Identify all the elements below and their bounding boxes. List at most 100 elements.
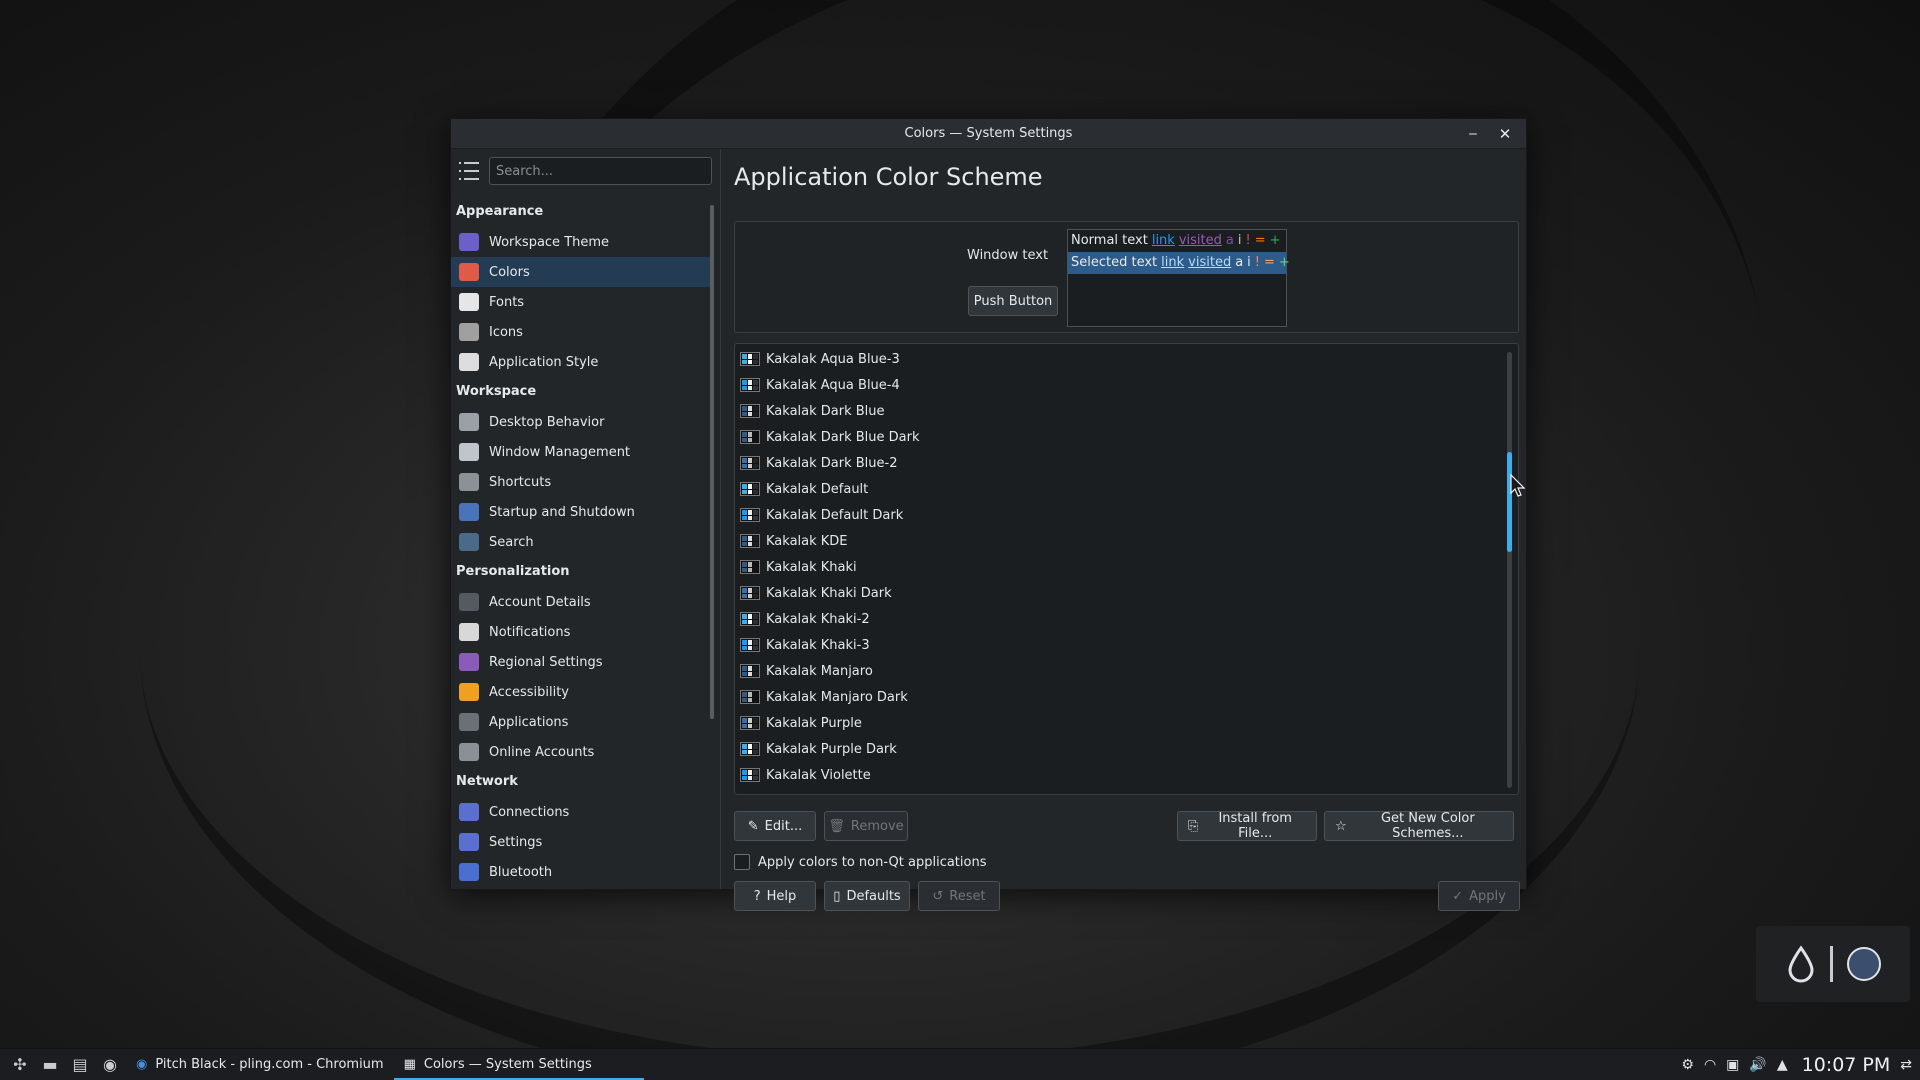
color-swatch-icon [740,612,760,626]
remove-button[interactable]: 🗑 Remove [824,811,908,841]
system-settings-icon: ▦ [403,1057,416,1072]
search-input[interactable] [489,157,712,185]
system-tray: ⚙ ◠ ▣ 🔊 ▲ 10:07 PM ⇄ [1681,1049,1912,1080]
color-swatch-icon [740,560,760,574]
sidebar-list: Appearance Workspace Theme Colors Fonts Icon… [451,197,710,887]
task-system-settings[interactable]: ▦ Colors — System Settings [393,1049,644,1080]
sidebar-item-connections[interactable]: Connections [451,797,710,827]
file-manager-icon[interactable]: ▤ [70,1055,90,1075]
color-swatch-icon [740,586,760,600]
sidebar-item-search[interactable]: Search [451,527,710,557]
list-item[interactable]: Kakalak Dark Blue-2 [735,450,1518,476]
list-item[interactable]: Kakalak Khaki-2 [735,606,1518,632]
apply-button[interactable]: ✓ Apply [1438,881,1520,911]
panel-options-icon[interactable]: ⇄ [1900,1057,1912,1073]
terminal-icon[interactable]: ▬ [40,1055,60,1075]
sidebar-item-application-style[interactable]: Application Style [451,347,710,377]
help-button[interactable]: ? Help [734,881,816,911]
color-swatch-icon [740,482,760,496]
applications-icon [459,713,479,731]
edit-button[interactable]: ✎ Edit... [734,811,816,841]
list-item[interactable]: Kakalak KDE [735,528,1518,554]
install-from-file-button[interactable]: ⎘ Install from File... [1177,811,1317,841]
workspace-theme-icon [459,233,479,251]
sidebar-item-colors[interactable]: Colors [451,257,710,287]
list-item[interactable]: Kakalak Aqua Blue-4 [735,372,1518,398]
sidebar-item-shortcuts[interactable]: Shortcuts [451,467,710,497]
defaults-button[interactable]: ▯ Defaults [824,881,910,911]
list-item[interactable]: Kakalak Dark Blue [735,398,1518,424]
list-item[interactable]: Kakalak Default Dark [735,502,1518,528]
sidebar-item-window-management[interactable]: Window Management [451,437,710,467]
list-item[interactable]: Kakalak Default [735,476,1518,502]
sidebar-scrollbar[interactable] [710,205,714,719]
sidebar-item-regional-settings[interactable]: Regional Settings [451,647,710,677]
reset-label: Reset [949,888,986,904]
scheme-label: Kakalak Khaki-3 [766,637,870,653]
char-sample: = [1264,255,1275,270]
task-label: Pitch Black - pling.com - Chromium [155,1057,384,1072]
list-item[interactable]: Kakalak Manjaro [735,658,1518,684]
list-item[interactable]: Kakalak Dark Blue Dark [735,424,1518,450]
task-chromium[interactable]: ◉ Pitch Black - pling.com - Chromium [126,1049,394,1080]
menu-icon[interactable] [459,162,479,180]
scheme-list-scrollbar[interactable] [1507,352,1512,788]
sidebar-item-label: Application Style [489,354,599,370]
application-launcher-icon[interactable]: ✣ [10,1055,30,1075]
char-sample: a [1225,233,1234,248]
settings-icon[interactable]: ⚙ [1681,1057,1694,1073]
list-item[interactable]: Kakalak Purple [735,710,1518,736]
sidebar-item-accessibility[interactable]: Accessibility [451,677,710,707]
sidebar-item-label: Notifications [489,624,571,640]
get-new-schemes-button[interactable]: ☆ Get New Color Schemes... [1324,811,1514,841]
list-item[interactable]: Kakalak Khaki Dark [735,580,1518,606]
list-item[interactable]: Kakalak Khaki [735,554,1518,580]
list-item[interactable]: Kakalak Violette [735,762,1518,788]
get-new-label: Get New Color Schemes... [1380,811,1475,841]
scheme-label: Kakalak Dark Blue [766,403,885,419]
sidebar-item-settings[interactable]: Settings [451,827,710,857]
sidebar-item-label: Account Details [489,594,591,610]
scrollbar-thumb[interactable] [1507,452,1512,552]
sidebar-item-workspace-theme[interactable]: Workspace Theme [451,227,710,257]
apply-non-qt-label[interactable]: Apply colors to non-Qt applications [758,855,986,870]
icons-icon [459,323,479,341]
sidebar-item-account-details[interactable]: Account Details [451,587,710,617]
list-item[interactable]: Kakalak Aqua Blue-3 [735,346,1518,372]
sidebar-item-bluetooth[interactable]: Bluetooth [451,857,710,887]
wifi-icon[interactable]: ◠ [1704,1057,1716,1073]
char-sample: i [1247,255,1251,270]
push-button-preview[interactable]: Push Button [968,286,1058,316]
sidebar-item-fonts[interactable]: Fonts [451,287,710,317]
sidebar-item-label: Desktop Behavior [489,414,605,430]
sidebar-item-desktop-behavior[interactable]: Desktop Behavior [451,407,710,437]
desktop-widget[interactable] [1756,926,1910,1002]
scheme-label: Kakalak Khaki [766,559,857,575]
clipboard-icon[interactable]: ▣ [1726,1057,1739,1073]
checkmark-icon: ✓ [1452,888,1464,904]
fonts-icon [459,293,479,311]
clock[interactable]: 10:07 PM [1802,1054,1891,1076]
list-item[interactable]: Kakalak Khaki-3 [735,632,1518,658]
sidebar-item-applications[interactable]: Applications [451,707,710,737]
apply-non-qt-checkbox[interactable] [734,854,750,870]
volume-icon[interactable]: 🔊 [1749,1057,1766,1073]
sidebar-item-startup-and-shutdown[interactable]: Startup and Shutdown [451,497,710,527]
sidebar-item-label: Accessibility [489,684,569,700]
color-swatch-icon [740,716,760,730]
close-icon[interactable]: ✕ [1496,125,1514,143]
scheme-label: Kakalak Khaki-2 [766,611,870,627]
sidebar-item-online-accounts[interactable]: Online Accounts [451,737,710,767]
list-item[interactable]: Kakalak Purple Dark [735,736,1518,762]
normal-text-row: Normal text link visited a i! = + [1068,230,1286,252]
sidebar-item-icons[interactable]: Icons [451,317,710,347]
sidebar-category: Workspace [456,384,537,399]
sidebar-item-notifications[interactable]: Notifications [451,617,710,647]
sidebar-item-label: Shortcuts [489,474,552,490]
window-titlebar[interactable]: Colors — System Settings ‒ ✕ [451,119,1526,149]
browser-icon[interactable]: ◉ [100,1055,120,1075]
minimize-icon[interactable]: ‒ [1464,125,1482,143]
reset-button[interactable]: ↺ Reset [918,881,1000,911]
list-item[interactable]: Kakalak Manjaro Dark [735,684,1518,710]
chevron-up-icon[interactable]: ▲ [1777,1057,1788,1073]
